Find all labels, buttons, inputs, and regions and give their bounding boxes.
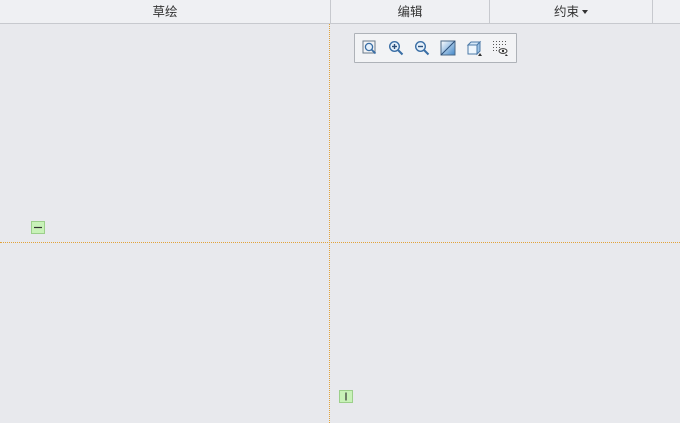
horizontal-constraint-icon[interactable] <box>31 221 45 234</box>
zoom-out-button[interactable] <box>411 38 433 58</box>
zoom-out-icon <box>414 40 430 56</box>
sketch-display-filter-icon <box>493 41 508 56</box>
vertical-centerline <box>329 24 330 423</box>
vertical-constraint-icon[interactable] <box>339 390 353 403</box>
horizontal-centerline <box>0 242 680 243</box>
sketch-display-filter-button[interactable] <box>489 38 511 58</box>
tab-constraint[interactable]: 约束 <box>490 0 653 23</box>
display-style-icon <box>440 40 456 56</box>
chevron-down-icon <box>582 9 588 14</box>
zoom-fit-button[interactable] <box>359 38 381 58</box>
zoom-fit-icon <box>362 40 377 55</box>
tab-constraint-label: 约束 <box>553 4 579 19</box>
zoom-in-icon <box>388 40 404 56</box>
tab-edit[interactable]: 编辑 <box>331 0 490 23</box>
graphics-view-toolbar <box>354 33 517 63</box>
sketch-canvas[interactable] <box>0 24 680 423</box>
display-style-button[interactable] <box>437 38 459 58</box>
tab-empty-slot <box>653 0 680 23</box>
view-orientation-icon <box>466 40 482 56</box>
tab-sketch[interactable]: 草绘 <box>0 0 331 23</box>
view-orientation-button[interactable] <box>463 38 485 58</box>
ribbon-tab-bar: 草绘 编辑 约束 <box>0 0 680 24</box>
zoom-in-button[interactable] <box>385 38 407 58</box>
